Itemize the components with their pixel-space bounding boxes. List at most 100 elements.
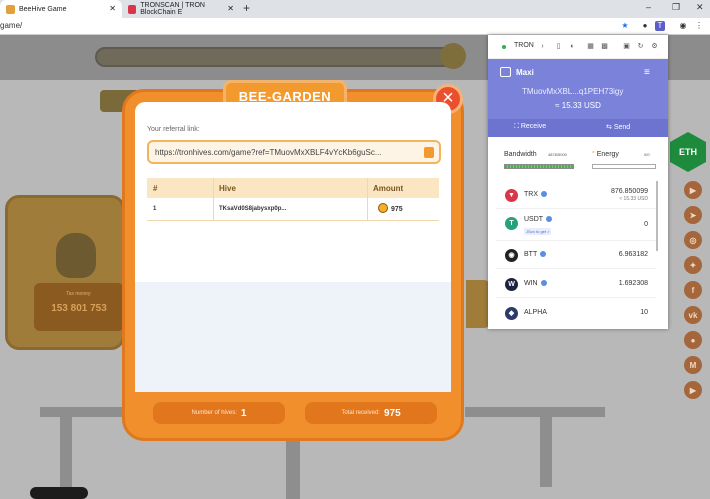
account-icon — [500, 67, 511, 77]
tab-strip: BeeHive Game ✕ TRONSCAN | TRON BlockChai… — [0, 0, 710, 18]
send-button[interactable]: ⇆ Send — [606, 123, 630, 131]
receive-label: Receive — [520, 123, 547, 130]
address-bar[interactable]: game/ ★ ● T ◉ ⋮ — [0, 18, 710, 35]
tab-title: BeeHive Game — [19, 5, 67, 13]
row-index: 1 — [153, 206, 157, 212]
browser-menu-icon[interactable]: ⋮ — [694, 21, 704, 31]
youtube-icon[interactable]: ▶ — [684, 181, 702, 199]
received-label: Total received: — [341, 410, 380, 416]
close-tab-icon[interactable]: ✕ — [109, 4, 116, 13]
tab-tronscan[interactable]: TRONSCAN | TRON BlockChain E ✕ — [122, 0, 240, 18]
token-row-trx[interactable]: ▼ TRX 876.850099 ≈ 15.33 USD — [496, 183, 656, 209]
bottom-button[interactable] — [30, 487, 88, 499]
token-symbol: BTT — [524, 251, 547, 258]
token-amount: 6.963182 — [618, 251, 648, 258]
tronlink-extension-icon[interactable]: T — [655, 21, 665, 31]
pipe — [465, 407, 605, 417]
bee-garden-modal: BEE-GARDEN × Your referral link: https:/… — [122, 80, 464, 441]
verified-icon — [540, 251, 547, 258]
total-received: Total received: 975 — [305, 402, 437, 424]
new-tab-button[interactable]: + — [243, 1, 250, 15]
extension-icon[interactable]: ● — [640, 21, 650, 31]
discord-icon[interactable]: ◎ — [684, 231, 702, 249]
referral-link-value: https://tronhives.com/game?ref=TMuovMxXB… — [155, 148, 382, 157]
receive-button[interactable]: ⛶ Receive — [514, 123, 546, 131]
lock-icon[interactable]: ▣ — [622, 42, 631, 51]
money-bag-icon — [56, 233, 96, 278]
receive-icon: ⛶ — [514, 123, 521, 130]
close-tab-icon[interactable]: ✕ — [227, 4, 234, 13]
verified-icon — [546, 216, 553, 223]
wallet-toolbar: TRON › ▯ ◐ ▦ ▩ ▣ ↻ ⚙ — [488, 35, 668, 59]
medium-icon[interactable]: M — [684, 356, 702, 374]
table-row: 1 TKsaVd0S8jabysxp0p... 975 — [147, 199, 439, 221]
facebook-icon[interactable]: f — [684, 281, 702, 299]
pipe — [286, 440, 300, 499]
tronscan-favicon-icon — [128, 4, 137, 14]
bandwidth-value: 4878/5000 — [548, 152, 567, 157]
hives-label: Number of hives: — [191, 410, 237, 416]
token-symbol: TRX — [524, 191, 547, 198]
referral-link-field[interactable]: https://tronhives.com/game?ref=TMuovMxXB… — [147, 140, 441, 164]
col-hive: Hive — [219, 184, 236, 193]
number-of-hives: Number of hives: 1 — [153, 402, 285, 424]
pipe — [540, 407, 552, 487]
send-icon: ⇆ — [606, 124, 614, 131]
reddit-icon[interactable]: ● — [684, 331, 702, 349]
token-row-btt[interactable]: ◉ BTT 6.963182 — [496, 243, 656, 269]
row-amount: 975 — [391, 206, 403, 213]
alpha-icon: ◆ — [505, 307, 518, 320]
vk-icon[interactable]: vk — [684, 306, 702, 324]
network-selector[interactable]: TRON — [514, 42, 534, 49]
received-value: 975 — [384, 407, 401, 419]
window-close-icon[interactable]: ✕ — [696, 2, 704, 13]
tax-label: Tax money: — [66, 291, 92, 297]
token-row-alpha[interactable]: ◆ ALPHA 10 — [496, 301, 656, 327]
token-row-win[interactable]: W WIN 1.692308 — [496, 272, 656, 298]
modal-body: Your referral link: https://tronhives.co… — [135, 102, 451, 392]
bandwidth-bar — [504, 164, 574, 169]
win-icon: W — [505, 278, 518, 291]
star-hex-icon — [440, 43, 466, 69]
copy-icon[interactable] — [424, 147, 434, 158]
ledger-icon[interactable]: ◐ — [568, 42, 577, 51]
token-amount: 0 — [644, 221, 648, 228]
telegram-icon[interactable]: ➤ — [684, 206, 702, 224]
tax-card: Tax money: 153 801 753 — [5, 195, 125, 350]
play-icon[interactable]: ▶ — [684, 381, 702, 399]
url-text: game/ — [0, 21, 23, 30]
token-row-usdt[interactable]: T USDT JScn to get > 0 — [496, 211, 656, 241]
dapp-icon[interactable]: ▦ — [586, 42, 595, 51]
pipe — [60, 407, 72, 487]
bee-coin-icon — [378, 203, 388, 213]
twitter-icon[interactable]: ✦ — [684, 256, 702, 274]
grid-icon[interactable]: ▩ — [600, 42, 609, 51]
minimize-icon[interactable]: – — [646, 2, 651, 12]
btt-icon: ◉ — [505, 249, 518, 262]
refresh-icon[interactable]: ↻ — [636, 42, 645, 51]
maximize-icon[interactable]: ❐ — [672, 2, 680, 13]
gear-icon[interactable]: ⚙ — [650, 42, 659, 51]
tab-title: TRONSCAN | TRON BlockChain E — [140, 2, 205, 16]
hamburger-icon[interactable]: ≡ — [644, 67, 650, 78]
token-amount: 876.850099 — [611, 188, 648, 195]
bookmark-star-icon[interactable]: ★ — [620, 21, 630, 31]
tax-panel: Tax money: 153 801 753 — [34, 283, 124, 331]
energy-label: ° Energy — [592, 151, 619, 158]
chevron-down-icon[interactable]: › — [538, 42, 547, 51]
phone-icon[interactable]: ▯ — [554, 42, 563, 51]
beehive-favicon-icon — [6, 4, 15, 14]
token-symbol: ALPHA — [524, 309, 547, 316]
account-address[interactable]: TMuovMxXBL...q1PEH73igy — [522, 87, 623, 96]
account-name[interactable]: Maxi — [516, 68, 534, 77]
token-list-scrollbar[interactable] — [656, 181, 658, 251]
usdt-promo-tag[interactable]: JScn to get > — [524, 228, 552, 235]
referral-label: Your referral link: — [147, 126, 200, 133]
row-hive: TKsaVd0S8jabysxp0p... — [219, 206, 287, 212]
tab-beehive[interactable]: BeeHive Game ✕ — [0, 0, 122, 18]
eth-badge[interactable]: ETH — [670, 132, 706, 172]
bandwidth-label: Bandwidth — [504, 151, 537, 158]
verified-icon — [541, 191, 547, 198]
profile-icon[interactable]: ◉ — [678, 21, 688, 31]
resources-panel: Bandwidth 4878/5000 ° Energy 0/0 — [496, 145, 660, 177]
